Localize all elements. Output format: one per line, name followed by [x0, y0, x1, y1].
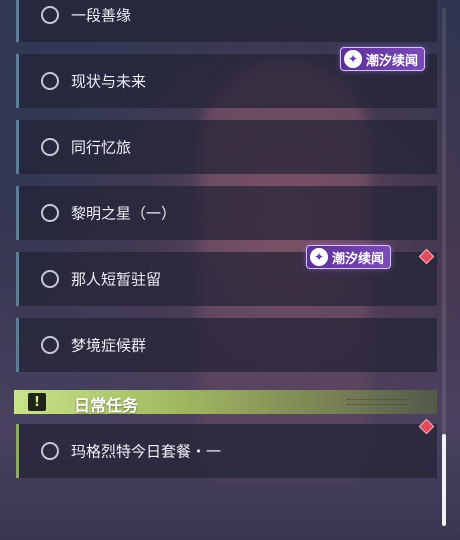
badge-label: 潮汐续闻 — [332, 251, 385, 267]
quest-item[interactable]: 梦境症候群 — [16, 318, 437, 372]
circle-icon — [41, 442, 59, 460]
circle-icon — [41, 204, 59, 222]
quest-label: 那人短暂驻留 — [71, 270, 162, 289]
quest-label: 梦境症候群 — [71, 336, 147, 355]
sparkle-icon: ✦ — [344, 50, 362, 68]
quest-label: 黎明之星（一） — [71, 204, 177, 223]
header-decoration — [347, 399, 407, 405]
tidal-news-badge: ✦ 潮汐续闻 — [340, 47, 426, 71]
daily-tasks-header: ! 日常任务 — [14, 390, 437, 415]
section-title: 日常任务 — [74, 396, 139, 415]
quest-label: 同行忆旅 — [71, 138, 132, 157]
badge-label: 潮汐续闻 — [366, 53, 419, 69]
scrollbar-thumb[interactable] — [442, 434, 446, 526]
sparkle-icon: ✦ — [310, 248, 328, 266]
quest-label: 一段善缘 — [71, 6, 132, 25]
quest-label: 现状与未来 — [71, 72, 147, 91]
daily-quest-item[interactable]: 玛格烈特今日套餐・一 — [16, 424, 437, 478]
circle-icon — [41, 336, 59, 354]
exclamation-icon: ! — [28, 393, 46, 411]
circle-icon — [41, 138, 59, 156]
quest-item[interactable]: 同行忆旅 — [16, 120, 437, 174]
circle-icon — [41, 72, 59, 90]
circle-icon — [41, 6, 59, 24]
quest-item[interactable]: 黎明之星（一） — [16, 186, 437, 240]
quest-label: 玛格烈特今日套餐・一 — [71, 442, 222, 461]
quest-item[interactable]: 一段善缘 — [16, 0, 437, 42]
tidal-news-badge: ✦ 潮汐续闻 — [306, 245, 392, 269]
circle-icon — [41, 270, 59, 288]
